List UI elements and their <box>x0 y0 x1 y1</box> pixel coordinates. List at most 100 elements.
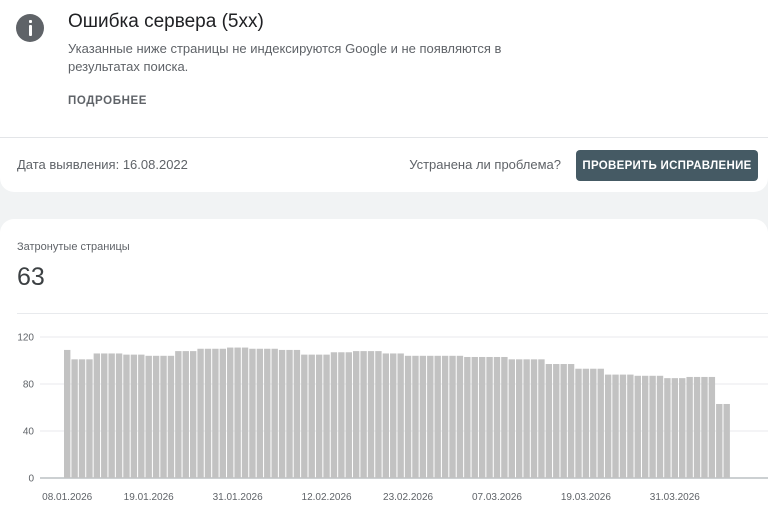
chart-bar <box>708 376 716 478</box>
chart-bar <box>486 356 493 478</box>
chart-bar <box>352 351 360 478</box>
chart-bar <box>627 374 634 478</box>
chart-bar <box>412 355 419 478</box>
chart-bar <box>360 351 367 478</box>
chart-bar <box>530 359 538 478</box>
issue-card: Ошибка сервера (5xx) Указанные ниже стра… <box>0 0 768 192</box>
chart-bar <box>656 375 664 478</box>
chart-bar <box>227 347 234 478</box>
chart-bar <box>212 348 219 478</box>
chart-bar <box>123 354 130 479</box>
chart-bar <box>64 349 71 478</box>
chart-bar <box>464 356 471 478</box>
chart-bar <box>71 359 78 478</box>
fixed-question: Устранена ли проблема? <box>409 157 561 172</box>
chart-bar <box>301 354 308 479</box>
chart-bar <box>286 349 293 478</box>
chart-bar <box>101 353 108 478</box>
chart-bar <box>167 355 175 478</box>
chart-bar <box>152 355 160 478</box>
y-tick-label: 40 <box>23 427 35 438</box>
chart-bar <box>434 355 441 478</box>
more-details-link[interactable]: ПОДРОБНЕЕ <box>68 95 147 107</box>
chart-bar <box>419 355 427 478</box>
chart-bar <box>115 353 123 478</box>
chart-bar <box>78 359 86 478</box>
chart-bar <box>271 348 278 478</box>
x-tick-label: 07.03.2026 <box>472 492 522 503</box>
chart-bar <box>175 351 182 478</box>
chart-bar <box>538 359 545 478</box>
chart-bar <box>219 348 227 478</box>
chart-bar <box>367 351 375 478</box>
chart-bar <box>404 355 412 478</box>
chart-bar <box>567 364 575 478</box>
affected-pages-chart: 0 40 80 120 08.01.2026 19.01.2026 31.01.2026 12… <box>17 333 768 503</box>
chart-bar <box>634 375 641 478</box>
y-tick-label: 80 <box>23 380 35 391</box>
chart-bar <box>501 356 508 478</box>
chart-bar <box>553 364 560 478</box>
chart-bar <box>686 376 693 478</box>
validate-fix-button[interactable]: ПРОВЕРИТЬ ИСПРАВЛЕНИЕ <box>576 150 758 181</box>
chart-bar <box>345 352 352 478</box>
x-tick-label: 31.03.2026 <box>650 492 700 503</box>
chart-bar <box>241 347 249 478</box>
chart-bar <box>456 355 464 478</box>
chart-bar <box>701 376 708 478</box>
metric-label: Затронутые страницы <box>17 241 130 253</box>
x-tick-label: 08.01.2026 <box>42 492 92 503</box>
chart-bar <box>671 378 679 479</box>
chart-bar <box>575 368 582 478</box>
chart-bar <box>315 354 323 479</box>
chart-bar <box>234 347 241 478</box>
chart-bar <box>278 349 286 478</box>
chart-bar <box>189 351 197 478</box>
chart-bar <box>93 353 101 478</box>
chart-bar <box>560 364 567 478</box>
chart-bar <box>182 351 189 478</box>
chart-bar <box>716 403 723 478</box>
metric-value: 63 <box>17 263 45 291</box>
chart-bar <box>604 374 612 478</box>
chart-bar <box>523 359 530 478</box>
chart-bar <box>679 378 686 479</box>
chart-bar <box>204 348 212 478</box>
chart-bar <box>264 348 271 478</box>
chart-bar <box>471 356 478 478</box>
chart-bar <box>619 374 627 478</box>
chart-bar <box>545 364 553 478</box>
chart-bar <box>508 359 515 478</box>
chart-bar <box>323 354 330 479</box>
chart-bar <box>86 359 93 478</box>
chart-bar <box>390 353 397 478</box>
chart-bar <box>160 355 167 478</box>
x-tick-label: 19.01.2026 <box>124 492 174 503</box>
chart-bar <box>449 355 456 478</box>
chart-bar <box>197 348 204 478</box>
chart-bar <box>612 374 619 478</box>
chart-bar <box>516 359 523 478</box>
chart-bar <box>397 353 404 478</box>
chart-bar <box>427 355 434 478</box>
chart-bar <box>145 355 152 478</box>
x-tick-label: 23.02.2026 <box>383 492 433 503</box>
chart-bar <box>649 375 656 478</box>
divider <box>0 137 768 138</box>
chart-bar <box>590 368 597 478</box>
chart-bar <box>308 354 315 479</box>
y-tick-label: 0 <box>28 474 34 485</box>
detection-date: Дата выявления: 16.08.2022 <box>17 157 188 172</box>
chart-bar <box>138 354 145 479</box>
chart-bar <box>330 352 338 478</box>
x-tick-label: 31.01.2026 <box>213 492 263 503</box>
chart-bar <box>723 403 730 478</box>
info-icon <box>16 14 44 42</box>
chart-bar <box>441 355 449 478</box>
y-tick-label: 120 <box>17 333 34 344</box>
chart-bar <box>338 352 345 478</box>
chart-bar <box>382 353 390 478</box>
chart-bar <box>582 368 590 478</box>
issue-description: Указанные ниже страницы не индексируются… <box>68 41 502 74</box>
chart-bar <box>664 378 671 479</box>
